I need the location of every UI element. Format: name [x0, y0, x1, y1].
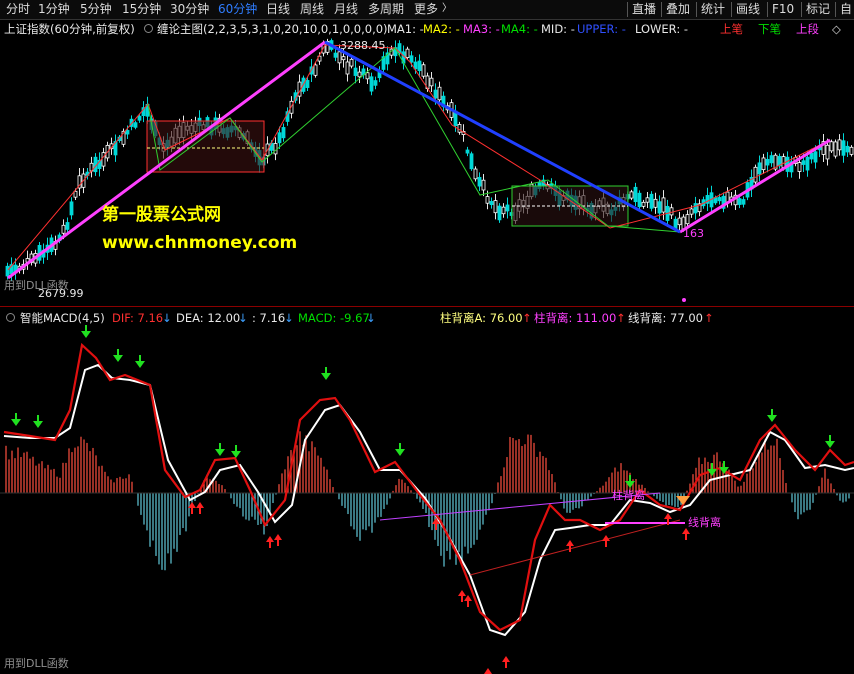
sell-signal-arrow-icon [767, 415, 777, 422]
sell-signal-arrow-icon [321, 373, 331, 380]
buy-signal-arrow-icon [602, 535, 610, 541]
buy-signal-arrow-icon [196, 502, 204, 508]
sell-signal-arrow-icon [825, 441, 835, 448]
sell-signal-arrow-icon [33, 421, 43, 428]
sell-signal-arrow-icon [81, 331, 91, 338]
sell-signal-arrow-icon [135, 361, 145, 368]
line-divergence-annotation: 线背离 [688, 516, 721, 529]
sell-signal-arrow-icon [231, 451, 241, 458]
sell-signal-arrow-icon [215, 449, 225, 456]
buy-signal-arrow-icon [458, 590, 466, 596]
sell-signal-arrow-icon [113, 355, 123, 362]
sell-signal-arrow-icon [11, 419, 21, 426]
buy-signal-arrow-icon [502, 656, 510, 662]
bar-divergence-annotation: 柱背离 [612, 489, 645, 502]
macd-chart[interactable] [0, 0, 854, 674]
dll-notice-macd: 用到DLL函数 [4, 657, 69, 670]
sell-signal-arrow-icon [395, 449, 405, 456]
buy-signal-arrow-icon [274, 534, 282, 540]
buy-signal-arrow-icon [484, 668, 492, 674]
buy-signal-arrow-icon [266, 536, 274, 542]
buy-signal-arrow-icon [664, 513, 672, 519]
buy-signal-arrow-icon [566, 540, 574, 546]
